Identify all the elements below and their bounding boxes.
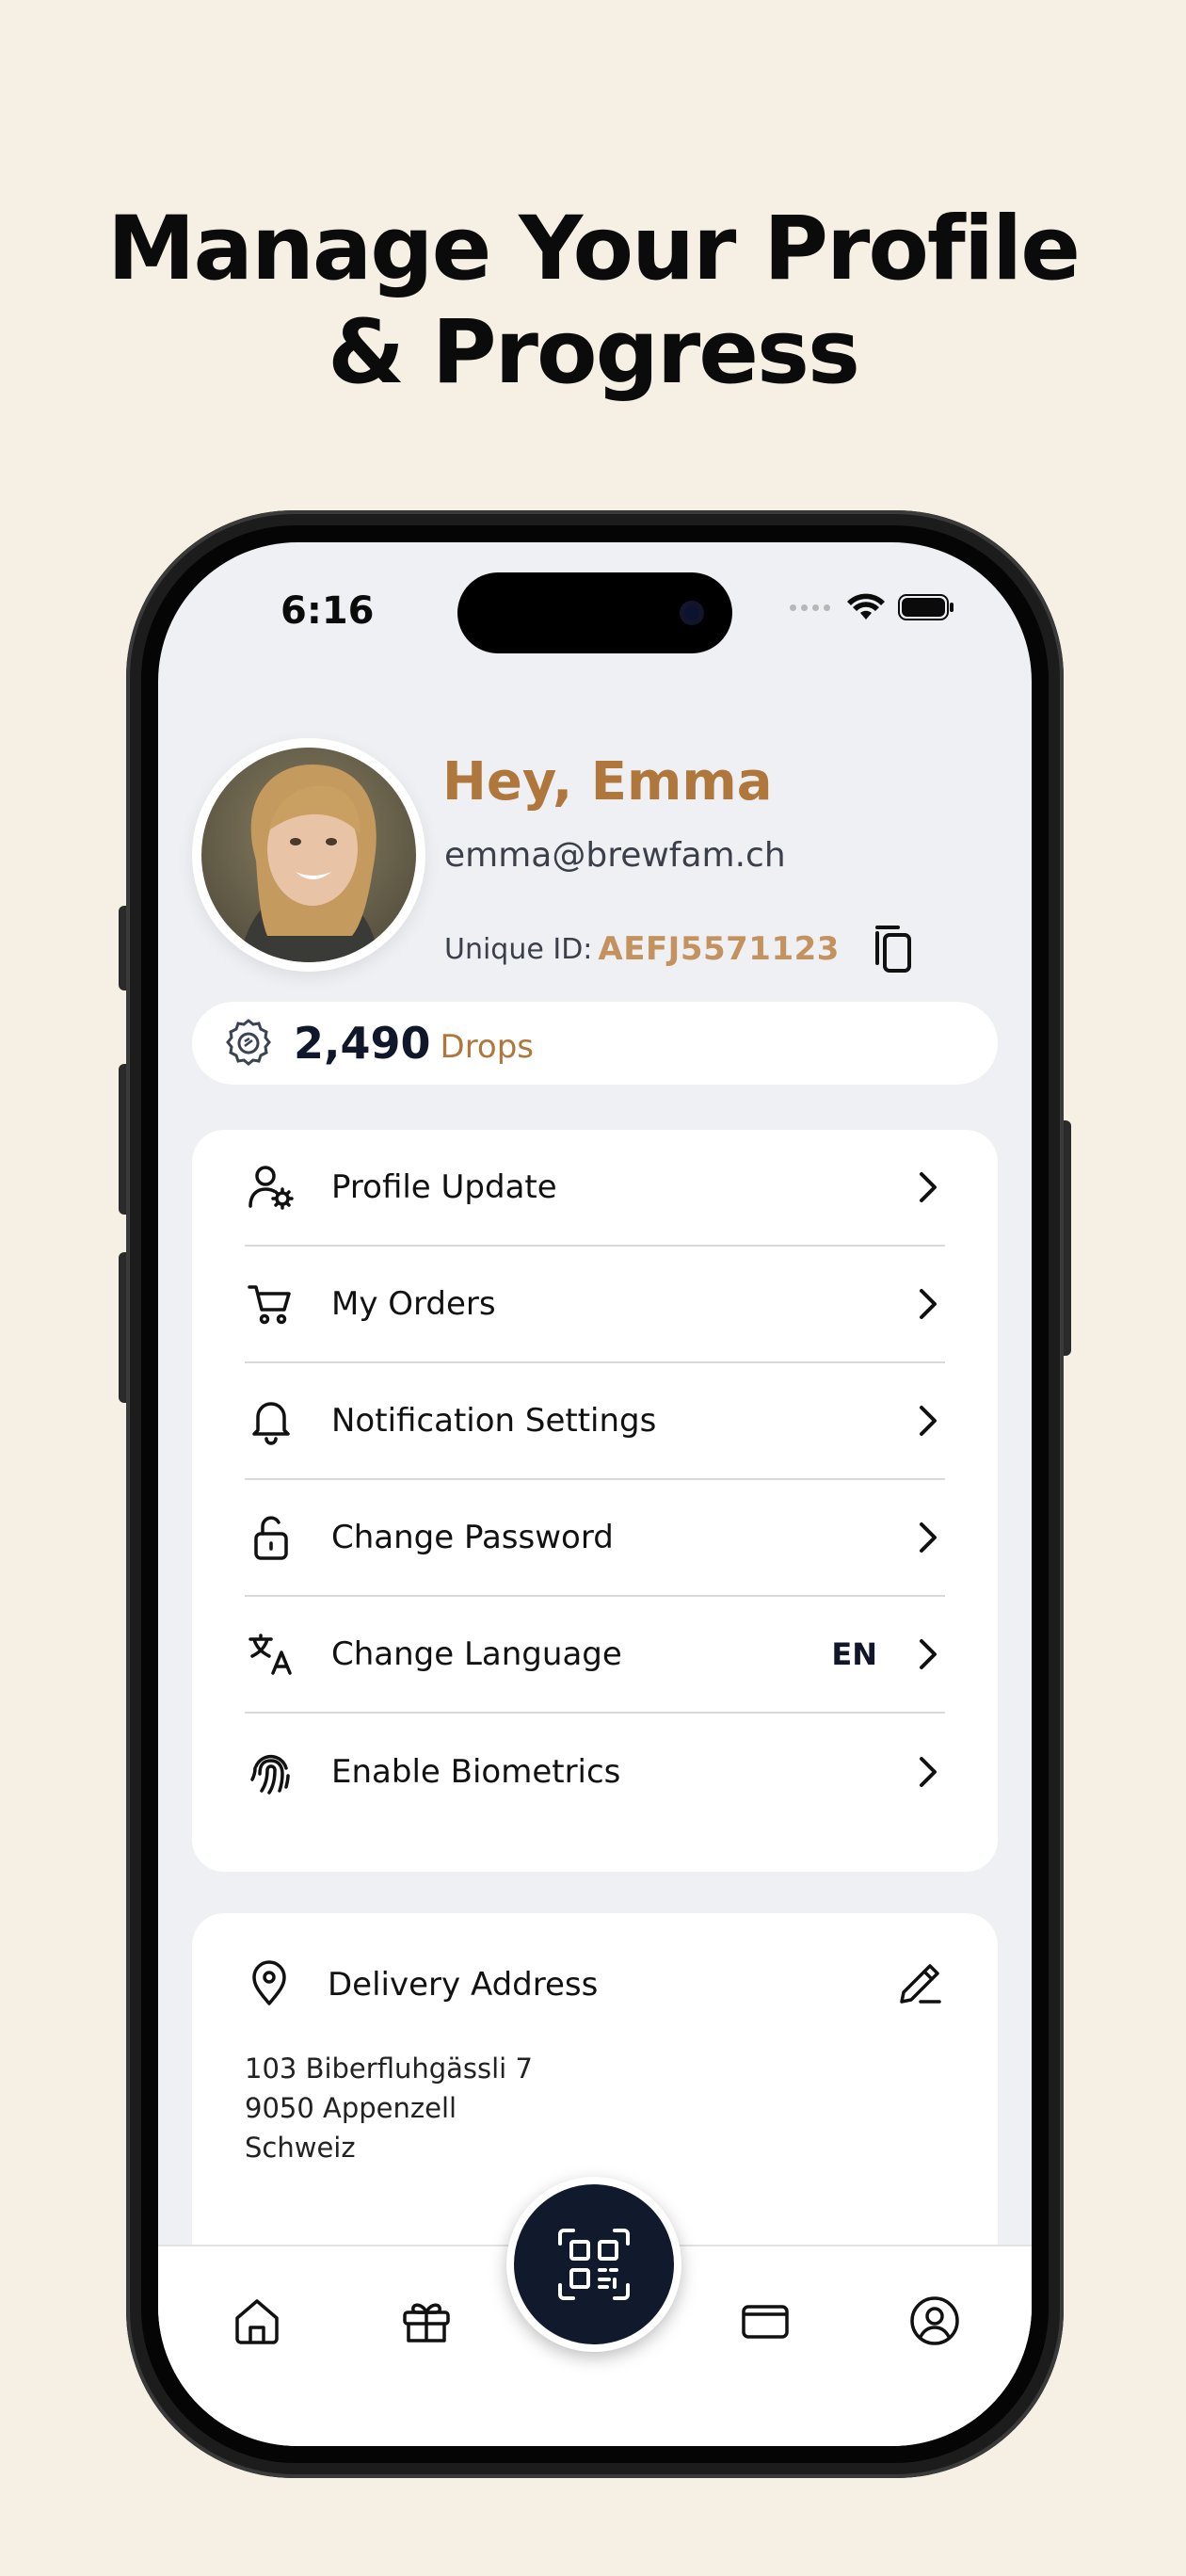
address-line-2: 9050 Appenzell xyxy=(245,2092,457,2124)
bell-icon xyxy=(245,1394,297,1447)
menu-item-profile-update[interactable]: Profile Update xyxy=(245,1130,945,1247)
unlock-icon xyxy=(245,1511,297,1564)
address-title: Delivery Address xyxy=(328,1966,599,2004)
dynamic-island xyxy=(457,572,732,653)
signal-icon xyxy=(790,604,830,611)
location-pin-icon xyxy=(245,1958,294,2012)
unique-id-label: Unique ID: xyxy=(444,932,593,966)
headline-line-1: Manage Your Profile xyxy=(106,198,1081,300)
drops-badge-icon xyxy=(226,1019,271,1066)
battery-icon xyxy=(898,594,954,620)
chevron-right-icon xyxy=(911,1632,945,1677)
headline-line-2: & Progress xyxy=(328,301,860,404)
tab-rewards[interactable] xyxy=(393,2288,459,2354)
phone-screen: 6:16 Hey, Emma emma@brewfam.ch Unique ID… xyxy=(158,542,1032,2446)
chevron-right-icon xyxy=(911,1281,945,1327)
menu-item-label: Change Password xyxy=(331,1519,614,1556)
headline: Manage Your Profile & Progress xyxy=(0,198,1186,405)
pencil-icon xyxy=(900,1963,941,2004)
greeting: Hey, Emma xyxy=(442,751,773,813)
menu-item-label: Notification Settings xyxy=(331,1402,657,1440)
unique-id-value: AEFJ5571123 xyxy=(598,930,840,968)
menu-item-my-orders[interactable]: My Orders xyxy=(245,1247,945,1363)
copy-button[interactable] xyxy=(868,923,917,975)
fingerprint-icon xyxy=(245,1746,297,1798)
qr-scan-button[interactable] xyxy=(506,2177,681,2352)
menu-item-notification-settings[interactable]: Notification Settings xyxy=(245,1363,945,1480)
chevron-right-icon xyxy=(911,1749,945,1795)
gift-icon xyxy=(403,2303,450,2343)
menu-item-enable-biometrics[interactable]: Enable Biometrics xyxy=(245,1714,945,1830)
menu-item-label: Profile Update xyxy=(331,1168,557,1206)
avatar[interactable] xyxy=(192,738,425,972)
drops-balance: 2,490 Drops xyxy=(192,1002,998,1085)
settings-menu: Profile Update My Orders Notification Se… xyxy=(192,1130,998,1872)
menu-item-label: Change Language xyxy=(331,1635,622,1673)
chevron-right-icon xyxy=(911,1165,945,1210)
drops-label: Drops xyxy=(440,1028,535,1066)
translate-icon xyxy=(245,1628,297,1681)
unique-id-row: Unique ID: AEFJ5571123 xyxy=(444,923,917,975)
menu-item-change-language[interactable]: Change Language EN xyxy=(245,1597,945,1714)
edit-address-button[interactable] xyxy=(896,1958,945,2012)
wifi-icon xyxy=(847,593,885,620)
account-icon xyxy=(910,2296,959,2345)
drops-value: 2,490 xyxy=(294,1018,431,1069)
address-line-3: Schweiz xyxy=(245,2132,356,2164)
language-value: EN xyxy=(831,1636,877,1672)
tab-account[interactable] xyxy=(902,2288,968,2354)
wallet-icon xyxy=(742,2305,789,2339)
qr-scan-icon xyxy=(558,2229,630,2300)
menu-item-change-password[interactable]: Change Password xyxy=(245,1480,945,1597)
chevron-right-icon xyxy=(911,1515,945,1560)
address-lines: 103 Biberfluhgässli 7 9050 Appenzell Sch… xyxy=(245,2049,945,2167)
menu-item-label: Enable Biometrics xyxy=(331,1753,621,1791)
front-camera xyxy=(680,601,704,625)
tab-home[interactable] xyxy=(224,2288,290,2354)
menu-item-label: My Orders xyxy=(331,1285,496,1323)
status-icons xyxy=(790,593,954,621)
tab-wallet[interactable] xyxy=(732,2288,798,2354)
cart-icon xyxy=(245,1278,297,1330)
copy-icon xyxy=(874,926,911,973)
chevron-right-icon xyxy=(911,1398,945,1443)
profile-photo xyxy=(201,748,416,962)
address-header: Delivery Address xyxy=(245,1947,945,2022)
home-icon xyxy=(235,2299,279,2344)
email-text: emma@brewfam.ch xyxy=(444,836,786,875)
address-line-1: 103 Biberfluhgässli 7 xyxy=(245,2053,533,2085)
user-gear-icon xyxy=(245,1161,297,1214)
status-time: 6:16 xyxy=(280,589,375,633)
